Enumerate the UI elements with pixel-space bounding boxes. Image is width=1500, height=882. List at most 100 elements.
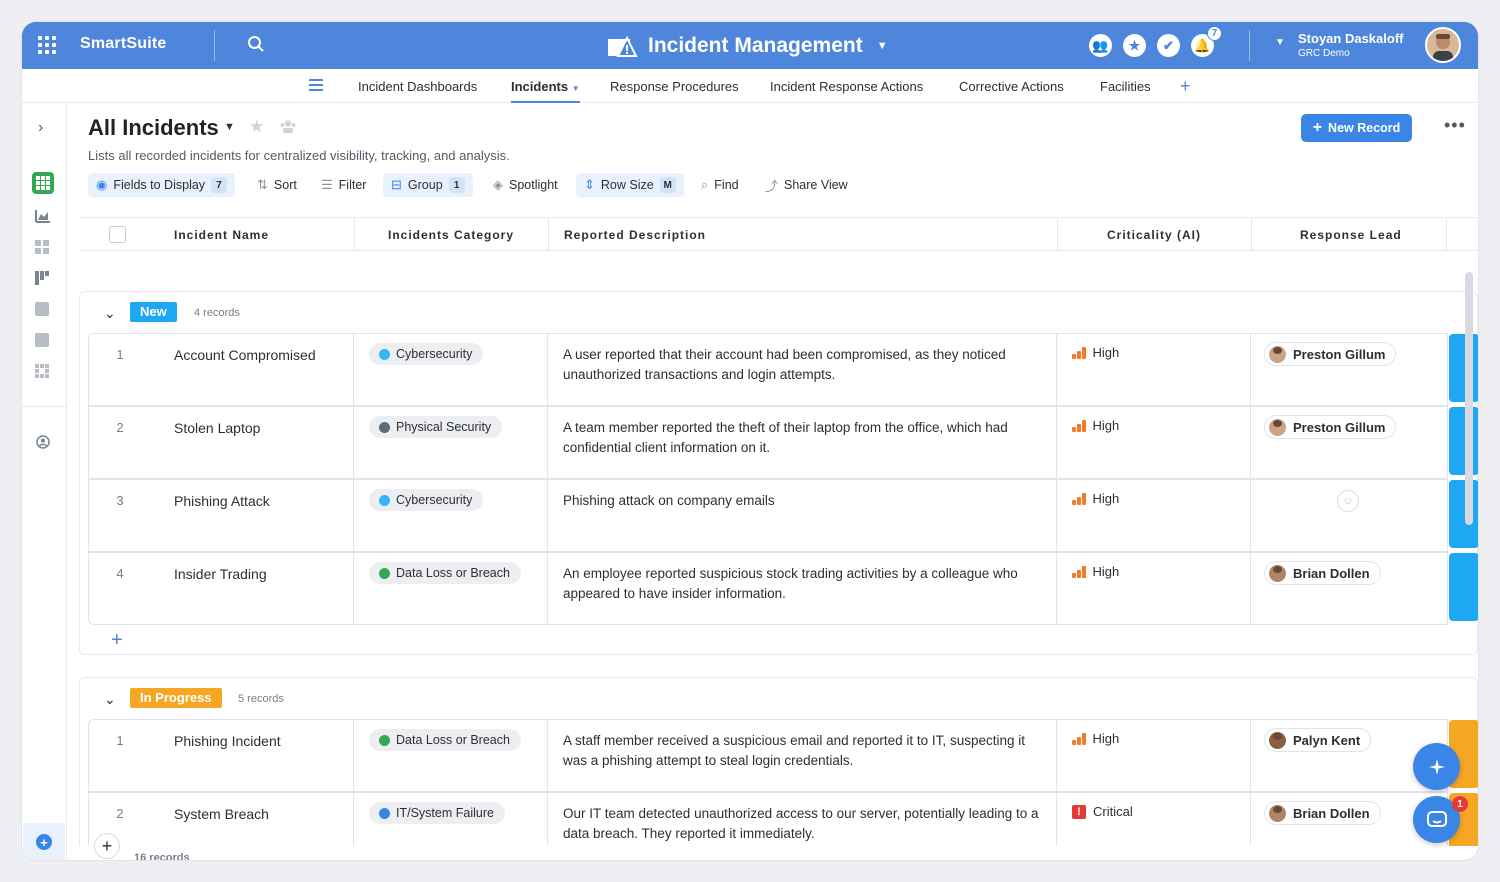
reported-description[interactable]: Our IT team detected unauthorized access… — [563, 804, 1049, 844]
tasks-check-icon[interactable]: ✔ — [1157, 34, 1180, 57]
reported-description[interactable]: A team member reported the theft of thei… — [563, 418, 1049, 458]
chat-badge: 1 — [1452, 796, 1468, 812]
fields-to-display-button[interactable]: ◉ Fields to Display 7 — [88, 173, 236, 197]
column-header-criticality[interactable]: Criticality (AI) — [1107, 218, 1201, 251]
category-tag[interactable]: Cybersecurity — [369, 343, 484, 365]
user-menu[interactable]: Stoyan Daskaloff GRC Demo — [1298, 31, 1403, 59]
grid-view-icon[interactable] — [32, 172, 54, 194]
chevron-down-icon[interactable]: ⌄ — [104, 691, 116, 708]
brand-name[interactable]: SmartSuite — [80, 35, 166, 53]
dashboard-view-icon[interactable] — [35, 240, 51, 254]
category-label: Data Loss or Breach — [396, 733, 510, 747]
map-view-icon[interactable] — [35, 364, 51, 378]
incident-name[interactable]: Stolen Laptop — [174, 420, 260, 436]
team-icon[interactable] — [279, 120, 297, 138]
criticality-cell[interactable]: High — [1072, 491, 1119, 506]
category-tag[interactable]: Data Loss or Breach — [369, 729, 521, 751]
user-view-icon[interactable] — [36, 435, 50, 454]
cell-separator — [353, 480, 354, 552]
criticality-cell[interactable]: High — [1072, 564, 1119, 579]
criticality-cell[interactable]: High — [1072, 418, 1119, 433]
ai-assistant-sparkle-icon[interactable] — [1413, 743, 1460, 790]
reported-description[interactable]: An employee reported suspicious stock tr… — [563, 564, 1049, 604]
add-tab-plus-icon[interactable]: + — [1180, 69, 1191, 103]
row-number: 2 — [116, 420, 124, 435]
category-tag[interactable]: Physical Security — [369, 416, 503, 438]
response-lead-chip[interactable]: Preston Gillum — [1264, 415, 1397, 439]
members-icon[interactable]: 👥 — [1089, 34, 1112, 57]
criticality-cell[interactable]: High — [1072, 345, 1119, 360]
add-assignee-icon[interactable]: ☺ — [1337, 490, 1359, 512]
criticality-cell[interactable]: ! Critical — [1072, 804, 1133, 819]
tab-response-procedures[interactable]: Response Procedures — [610, 69, 739, 103]
tab-incident-response-actions[interactable]: Incident Response Actions — [770, 69, 923, 103]
reported-description[interactable]: A user reported that their account had b… — [563, 345, 1049, 385]
category-tag[interactable]: Cybersecurity — [369, 489, 484, 511]
chart-view-icon[interactable] — [35, 209, 51, 223]
share-view-button[interactable]: ⤴ Share View — [757, 173, 856, 197]
find-button[interactable]: ⌕ Find — [693, 173, 747, 197]
page-title[interactable]: All Incidents — [88, 115, 219, 141]
add-row-plus-icon[interactable]: + — [94, 833, 120, 859]
reported-description[interactable]: Phishing attack on company emails — [563, 491, 1049, 511]
table-tabs-bar: Incident Dashboards Incidents ▼ Response… — [22, 69, 1478, 103]
incident-name[interactable]: Account Compromised — [174, 347, 316, 363]
table-row[interactable]: 1 Account Compromised Cybersecurity A us… — [88, 333, 1478, 406]
spotlight-button[interactable]: ◈ Spotlight — [485, 173, 566, 197]
criticality-cell[interactable]: High — [1072, 731, 1119, 746]
chevron-down-icon[interactable]: ▼ — [1275, 37, 1285, 48]
tab-facilities[interactable]: Facilities — [1100, 69, 1151, 103]
group-label: Group — [407, 178, 443, 192]
table-row[interactable]: 2 Stolen Laptop Physical Security A team… — [88, 406, 1478, 479]
category-tag[interactable]: Data Loss or Breach — [369, 562, 521, 584]
tab-incident-dashboards[interactable]: Incident Dashboards — [358, 69, 477, 103]
column-header-response-lead[interactable]: Response Lead — [1300, 218, 1402, 251]
new-record-button[interactable]: + New Record — [1301, 114, 1412, 142]
add-record-plus-icon[interactable]: + — [111, 629, 123, 652]
spotlight-label: Spotlight — [509, 178, 558, 192]
response-lead-chip[interactable]: Palyn Kent — [1264, 728, 1372, 752]
sort-button[interactable]: ⇅ Sort — [249, 173, 305, 197]
vertical-scrollbar[interactable] — [1465, 272, 1473, 525]
user-avatar[interactable] — [1425, 27, 1461, 63]
row-number: 4 — [116, 566, 124, 581]
column-header-incident-name[interactable]: Incident Name — [174, 218, 269, 251]
response-lead-chip[interactable]: Brian Dollen — [1264, 561, 1381, 585]
more-options-icon[interactable]: ••• — [1444, 115, 1466, 136]
apps-grid-icon[interactable] — [38, 36, 56, 54]
row-size-button[interactable]: ⇕ Row Size M — [576, 173, 684, 197]
tab-corrective-actions[interactable]: Corrective Actions — [959, 69, 1064, 103]
add-view-plus-icon[interactable]: + — [36, 834, 52, 850]
tab-incidents[interactable]: Incidents ▼ — [511, 69, 580, 103]
star-icon[interactable]: ★ — [249, 117, 264, 137]
category-tag[interactable]: IT/System Failure — [369, 802, 505, 824]
solution-switcher[interactable]: Incident Management ▼ — [608, 31, 888, 61]
table-row[interactable]: 1 Phishing Incident Data Loss or Breach … — [88, 719, 1478, 792]
incident-name[interactable]: Phishing Incident — [174, 733, 281, 749]
search-icon[interactable] — [247, 35, 265, 58]
total-record-count: 16 records — [134, 852, 190, 860]
column-header-reported-description[interactable]: Reported Description — [564, 218, 706, 251]
select-all-checkbox[interactable] — [109, 226, 126, 243]
reported-description[interactable]: A staff member received a suspicious ema… — [563, 731, 1049, 771]
incident-name[interactable]: System Breach — [174, 806, 269, 822]
favorites-icon[interactable]: ★ — [1123, 34, 1146, 57]
response-lead-chip[interactable]: Brian Dollen — [1264, 801, 1381, 825]
filter-button[interactable]: ☰ Filter — [313, 173, 374, 197]
hamburger-menu-icon[interactable] — [309, 78, 323, 96]
response-lead-chip[interactable]: Preston Gillum — [1264, 342, 1397, 366]
table-row[interactable]: 4 Insider Trading Data Loss or Breach An… — [88, 552, 1478, 625]
group-button[interactable]: ⊟ Group 1 — [383, 173, 473, 197]
form-view-icon[interactable] — [35, 302, 49, 316]
group-label-new: New — [130, 302, 177, 322]
incident-name[interactable]: Phishing Attack — [174, 493, 270, 509]
kanban-view-icon[interactable] — [35, 271, 51, 285]
chevron-down-icon[interactable]: ⌄ — [104, 305, 116, 322]
table-row[interactable]: 3 Phishing Attack Cybersecurity Phishing… — [88, 479, 1478, 552]
chevron-right-icon[interactable]: › — [38, 119, 43, 137]
chevron-down-icon[interactable]: ▼ — [224, 121, 235, 133]
incident-name[interactable]: Insider Trading — [174, 566, 267, 582]
document-view-icon[interactable] — [35, 333, 49, 347]
group-record-count: 5 records — [238, 693, 284, 705]
column-header-incidents-category[interactable]: Incidents Category — [388, 218, 514, 251]
